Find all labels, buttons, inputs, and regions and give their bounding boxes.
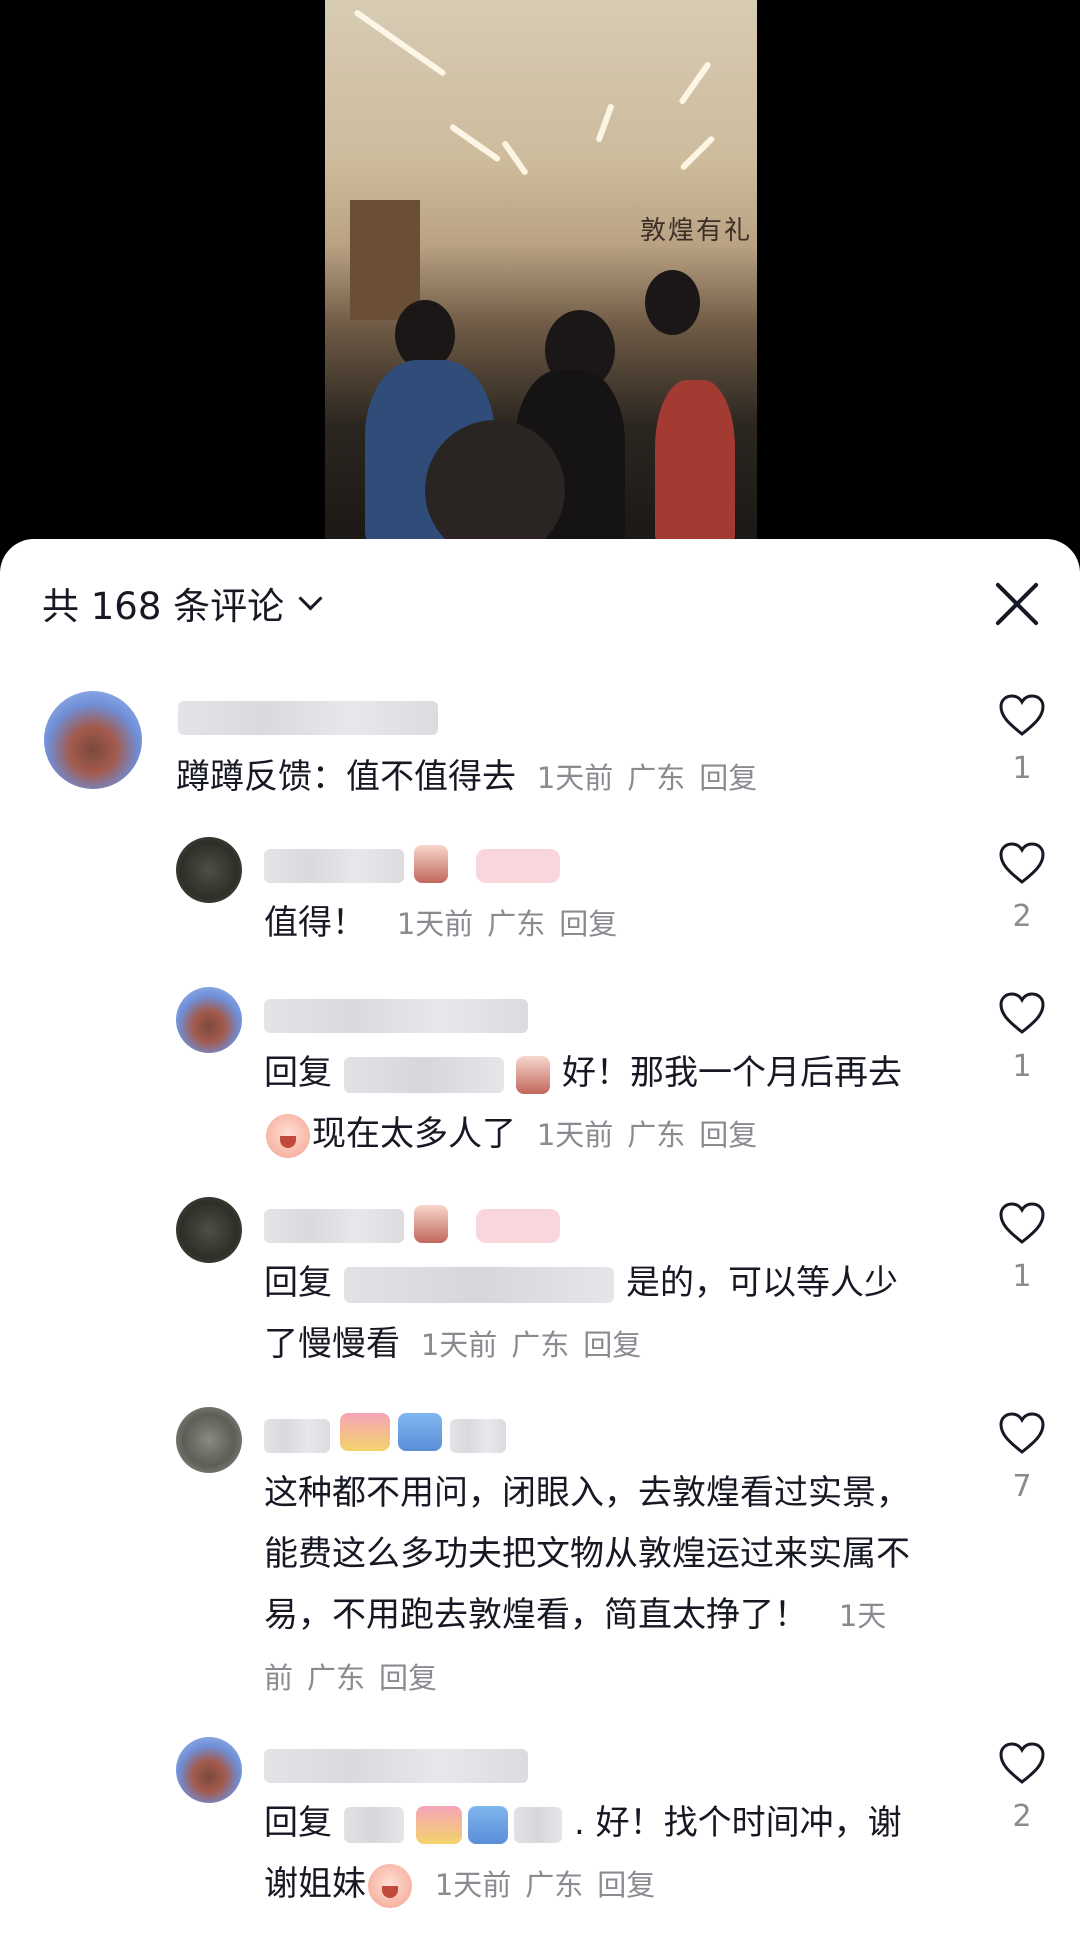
avatar[interactable] — [176, 987, 242, 1053]
username[interactable] — [264, 999, 528, 1033]
comment-location: 广东 — [627, 1118, 686, 1152]
comment-time: 1天前 — [536, 1118, 614, 1152]
comment-location: 广东 — [627, 761, 686, 795]
like-button[interactable]: 2 — [994, 1741, 1050, 1834]
comment-text: 回复 好！那我一个月后再去现在太多人了 1天前 广东 回复 — [264, 1043, 924, 1166]
like-button[interactable]: 7 — [994, 1411, 1050, 1504]
wall-door — [350, 200, 420, 320]
chevron-down-icon — [298, 585, 323, 611]
like-count: 1 — [1012, 751, 1032, 786]
like-count: 1 — [1012, 1049, 1032, 1084]
author-tag — [476, 849, 560, 883]
ceiling-light — [448, 123, 502, 163]
username[interactable] — [264, 1419, 330, 1453]
comment-sheet: 共 168 条评论 蹲蹲反馈：值不值得去 1天前 广东 回复 1 值得！ 1天前… — [0, 539, 1080, 1942]
comment-location: 广东 — [525, 1868, 584, 1902]
comment-text: 值得！ 1天前 广东 回复 — [264, 893, 924, 955]
comment-location: 广东 — [307, 1661, 366, 1695]
crying-face-emoji — [266, 1113, 310, 1158]
reply-prefix: 回复 — [264, 1263, 332, 1303]
avatar[interactable] — [44, 691, 142, 789]
mentioned-user[interactable] — [344, 1266, 614, 1303]
comment-location: 广东 — [511, 1328, 570, 1362]
like-button[interactable]: 2 — [994, 841, 1050, 934]
comment-text: 回复. 好！找个时间冲，谢谢姐妹 1天前 广东 回复 — [264, 1793, 924, 1916]
comment-body: 蹲蹲反馈：值不值得去 — [176, 757, 516, 797]
reply-button[interactable]: 回复 — [379, 1661, 437, 1695]
mentioned-user[interactable] — [344, 1056, 504, 1093]
comment-text: 这种都不用问，闭眼入，去敦煌看过实景，能费这么多功夫把文物从敦煌运过来实属不易，… — [264, 1463, 924, 1709]
username-suffix — [514, 1806, 562, 1843]
comment-body: 这种都不用问，闭眼入，去敦煌看过实景，能费这么多功夫把文物从敦煌运过来实属不易，… — [264, 1473, 910, 1635]
comment-time: 1天前 — [434, 1868, 512, 1902]
comment-body-a: 好！那我一个月后再 — [562, 1053, 868, 1093]
heart-icon — [999, 1742, 1045, 1784]
like-count: 2 — [1012, 899, 1032, 934]
username-emoji — [398, 1413, 442, 1451]
comment-time: 1天前 — [396, 907, 474, 941]
avatar[interactable] — [176, 1737, 242, 1803]
heart-icon — [999, 1202, 1045, 1244]
ceiling-light — [595, 103, 615, 143]
avatar[interactable] — [176, 837, 242, 903]
video-player[interactable]: 敦煌有礼 — [325, 0, 757, 545]
ceiling-light — [679, 134, 716, 172]
username-emoji — [340, 1413, 390, 1451]
comment-body-a: 是的，可以等人 — [626, 1263, 864, 1303]
like-button[interactable]: 1 — [994, 1201, 1050, 1294]
comment-body-c: 现在太多人了 — [312, 1114, 516, 1154]
heart-icon — [999, 842, 1045, 884]
close-icon[interactable] — [992, 579, 1042, 629]
mentioned-user[interactable] — [344, 1806, 404, 1843]
username[interactable] — [264, 849, 404, 883]
comment-count-title: 共 168 条评论 — [42, 585, 285, 628]
comment-location: 广东 — [487, 907, 546, 941]
reply-prefix: 回复 — [264, 1053, 332, 1093]
username[interactable] — [264, 1749, 528, 1783]
username-emoji — [416, 1805, 462, 1844]
crowd-person — [655, 380, 735, 545]
reply-button[interactable]: 回复 — [699, 1118, 757, 1152]
crowd-head — [645, 270, 700, 335]
heart-icon — [999, 1412, 1045, 1454]
comment-body-a: . 好！找个时间冲， — [574, 1803, 868, 1843]
like-button[interactable]: 1 — [994, 991, 1050, 1084]
author-tag — [476, 1209, 560, 1243]
username[interactable] — [178, 701, 438, 735]
like-count: 2 — [1012, 1799, 1032, 1834]
reply-prefix: 回复 — [264, 1803, 332, 1843]
ceiling-light — [501, 139, 529, 177]
reply-button[interactable]: 回复 — [559, 907, 617, 941]
comment-time: 1天前 — [536, 761, 614, 795]
heart-icon — [999, 694, 1045, 736]
surprised-face-emoji — [368, 1863, 412, 1908]
heart-icon — [999, 992, 1045, 1034]
like-count: 7 — [1012, 1469, 1032, 1504]
username[interactable] — [264, 1209, 404, 1243]
comment-body-b: 去 — [868, 1053, 902, 1093]
ceiling-light — [678, 60, 712, 106]
username-emoji — [468, 1805, 508, 1844]
avatar[interactable] — [176, 1197, 242, 1263]
comment-text: 回复 是的，可以等人少了慢慢看 1天前 广东 回复 — [264, 1253, 924, 1376]
username-suffix — [450, 1419, 506, 1453]
avatar[interactable] — [176, 1407, 242, 1473]
username-emoji — [516, 1055, 550, 1094]
reply-button[interactable]: 回复 — [583, 1328, 641, 1362]
comment-text: 蹲蹲反馈：值不值得去 1天前 广东 回复 — [176, 747, 836, 809]
like-count: 1 — [1012, 1259, 1032, 1294]
reply-button[interactable]: 回复 — [699, 761, 757, 795]
username-emoji — [414, 845, 448, 883]
like-button[interactable]: 1 — [994, 693, 1050, 786]
wall-sign: 敦煌有礼 — [640, 216, 753, 246]
comment-time: 1天前 — [420, 1328, 498, 1362]
comment-body: 值得！ — [264, 903, 366, 943]
username-emoji — [414, 1205, 448, 1243]
ceiling-light — [353, 8, 447, 78]
comment-count-header[interactable]: 共 168 条评论 — [42, 579, 323, 628]
reply-button[interactable]: 回复 — [597, 1868, 655, 1902]
